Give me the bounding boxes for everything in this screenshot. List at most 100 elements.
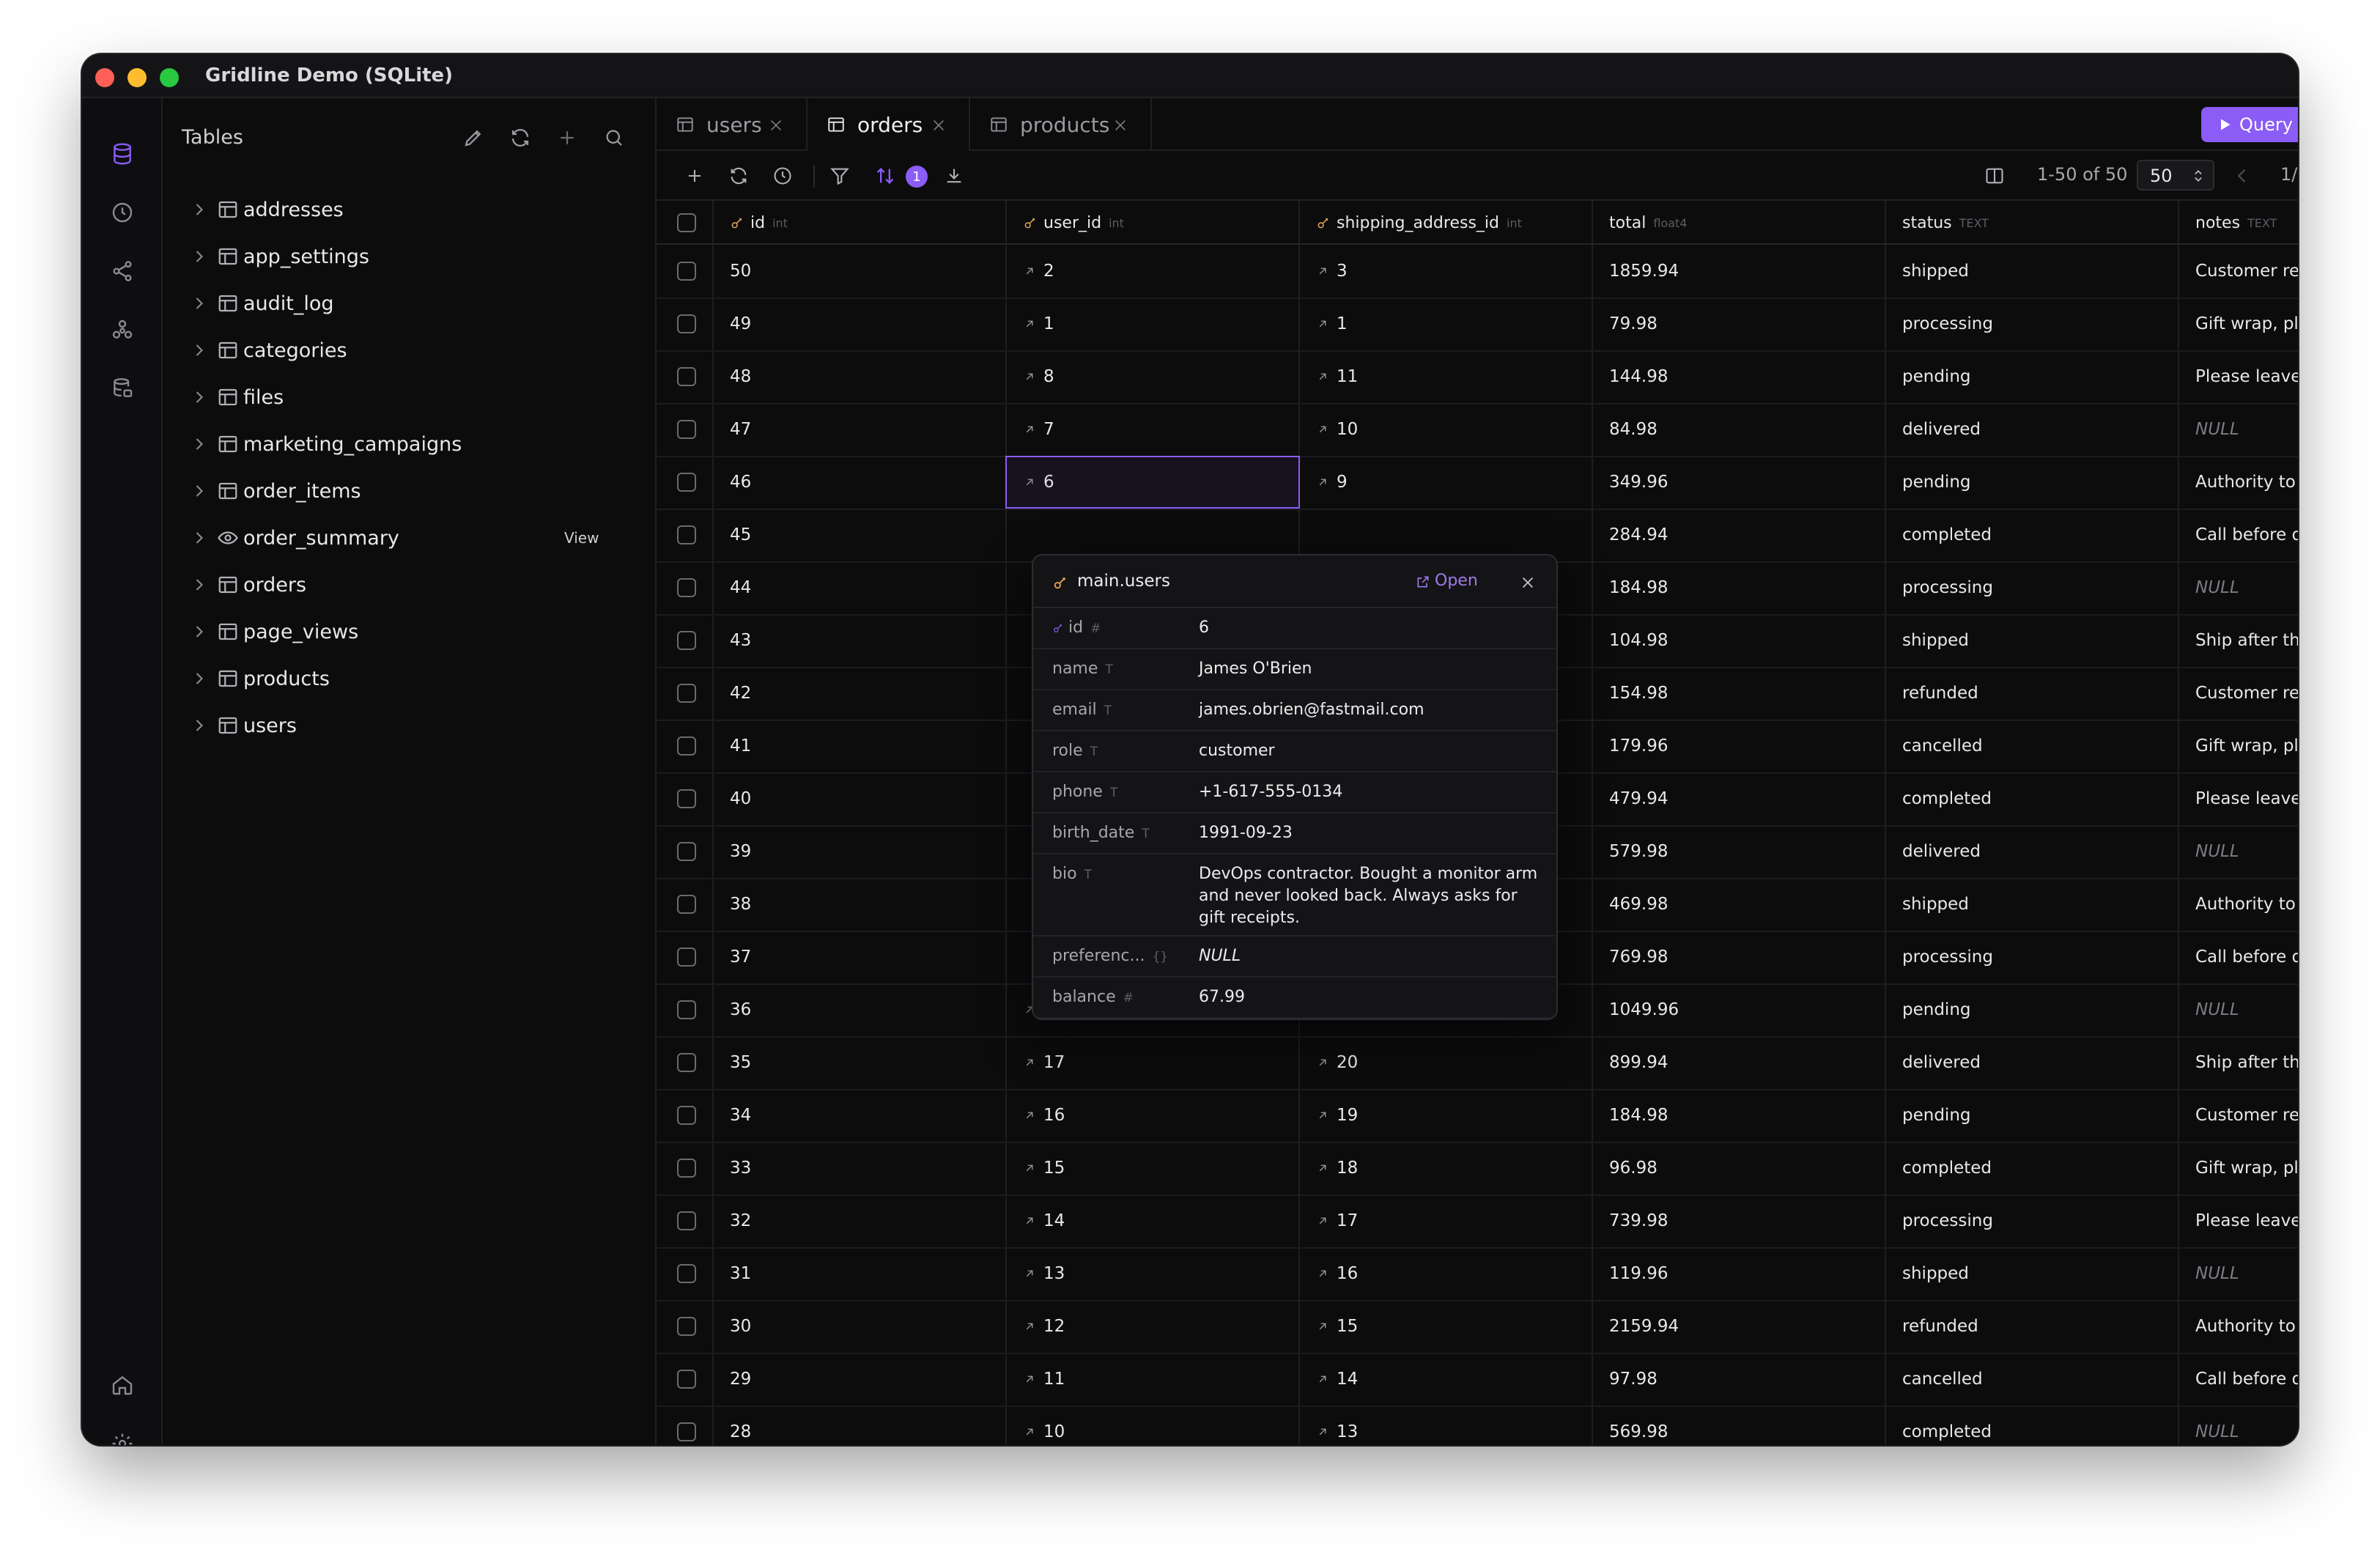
table-cell-shipping-address-id[interactable]: 16 [1316, 1247, 1587, 1300]
table-cell-total[interactable]: 79.98 [1609, 298, 1880, 350]
table-cell-total[interactable]: 96.98 [1609, 1142, 1880, 1194]
table-cell-id[interactable]: 43 [730, 614, 1001, 667]
search-icon[interactable] [601, 125, 627, 151]
table-cell-total[interactable]: 569.98 [1609, 1406, 1880, 1445]
table-cell-status[interactable]: pending [1902, 1089, 2173, 1142]
table-cell-shipping-address-id[interactable]: 14 [1316, 1353, 1587, 1406]
add-table-icon[interactable] [554, 125, 580, 151]
table-cell-total[interactable]: 284.94 [1609, 509, 1880, 561]
chevron-right-icon[interactable] [189, 387, 210, 407]
table-cell-status[interactable]: completed [1902, 1142, 2173, 1194]
table-cell-notes[interactable]: Call before delivery. [2195, 931, 2298, 983]
column-header-total[interactable]: total float4 [1609, 201, 1687, 245]
table-cell-id[interactable]: 30 [730, 1300, 1001, 1353]
table-cell-total[interactable]: 184.98 [1609, 561, 1880, 614]
foreign-key-arrow-icon[interactable] [1316, 1425, 1329, 1438]
row-checkbox[interactable] [677, 473, 696, 492]
schema-icon[interactable] [108, 315, 137, 344]
sidebar-table-page-views[interactable]: page_views [163, 610, 655, 654]
sidebar-table-users[interactable]: users [163, 703, 655, 747]
table-cell-status[interactable]: completed [1902, 772, 2173, 825]
chevron-right-icon[interactable] [189, 715, 210, 736]
sidebar-table-files[interactable]: files [163, 375, 655, 419]
table-cell-id[interactable]: 32 [730, 1194, 1001, 1247]
table-cell-id[interactable]: 29 [730, 1353, 1001, 1406]
popup-field-value[interactable]: customer [1199, 740, 1543, 762]
table-cell-id[interactable]: 37 [730, 931, 1001, 983]
popup-field-value[interactable]: 6 [1199, 617, 1543, 639]
table-cell-status[interactable]: refunded [1902, 1300, 2173, 1353]
query-button[interactable]: Query [2201, 107, 2298, 142]
foreign-key-arrow-icon[interactable] [1023, 423, 1036, 436]
table-cell-total[interactable]: 769.98 [1609, 931, 1880, 983]
row-checkbox[interactable] [677, 895, 696, 914]
table-cell-notes[interactable]: Customer requested ea [2195, 667, 2298, 720]
home-icon[interactable] [108, 1370, 137, 1400]
popup-field-value[interactable]: James O'Brien [1199, 658, 1543, 680]
close-icon[interactable] [1112, 117, 1128, 133]
chevron-right-icon[interactable] [189, 246, 210, 267]
table-cell-user-id[interactable]: 16 [1023, 1089, 1294, 1142]
table-cell-user-id[interactable]: 1 [1023, 298, 1294, 350]
row-checkbox[interactable] [677, 1053, 696, 1072]
table-cell-shipping-address-id[interactable]: 18 [1316, 1142, 1587, 1194]
tab-users[interactable]: users [657, 98, 808, 151]
row-checkbox[interactable] [677, 631, 696, 650]
table-cell-id[interactable]: 42 [730, 667, 1001, 720]
table-cell-user-id[interactable]: 14 [1023, 1194, 1294, 1247]
popup-open-link[interactable]: Open [1435, 572, 1478, 590]
add-row-icon[interactable] [683, 164, 706, 188]
edit-pencil-icon[interactable] [460, 125, 487, 151]
table-cell-id[interactable]: 33 [730, 1142, 1001, 1194]
table-cell-total[interactable]: 154.98 [1609, 667, 1880, 720]
foreign-key-arrow-icon[interactable] [1023, 1109, 1036, 1122]
table-cell-total[interactable]: 469.98 [1609, 878, 1880, 931]
close-window-button[interactable] [95, 68, 114, 87]
row-checkbox[interactable] [677, 420, 696, 439]
database-icon[interactable] [108, 139, 137, 169]
table-cell-notes[interactable]: NULL [2195, 983, 2298, 1036]
row-checkbox[interactable] [677, 842, 696, 861]
foreign-key-arrow-icon[interactable] [1023, 317, 1036, 330]
table-cell-id[interactable]: 35 [730, 1036, 1001, 1089]
table-cell-total[interactable]: 184.98 [1609, 1089, 1880, 1142]
table-cell-shipping-address-id[interactable]: 3 [1316, 245, 1587, 298]
foreign-key-arrow-icon[interactable] [1316, 317, 1329, 330]
table-cell-user-id[interactable]: 15 [1023, 1142, 1294, 1194]
sidebar-table-orders[interactable]: orders [163, 563, 655, 607]
close-icon[interactable] [931, 117, 947, 133]
popup-field-value[interactable]: +1-617-555-0134 [1199, 781, 1543, 803]
table-cell-notes[interactable]: NULL [2195, 561, 2298, 614]
tab-orders[interactable]: orders [808, 98, 970, 151]
chevron-right-icon[interactable] [189, 434, 210, 454]
row-checkbox[interactable] [677, 1159, 696, 1178]
settings-gear-icon[interactable] [108, 1429, 137, 1445]
table-cell-status[interactable]: delivered [1902, 1036, 2173, 1089]
table-cell-notes[interactable]: Please leave the packa [2195, 772, 2298, 825]
table-cell-total[interactable]: 1049.96 [1609, 983, 1880, 1036]
table-cell-id[interactable]: 34 [730, 1089, 1001, 1142]
table-cell-shipping-address-id[interactable]: 11 [1316, 350, 1587, 403]
table-cell-shipping-address-id[interactable]: 10 [1316, 403, 1587, 456]
table-cell-status[interactable]: pending [1902, 456, 2173, 509]
row-checkbox[interactable] [677, 948, 696, 967]
previous-page-icon[interactable] [2232, 166, 2252, 186]
table-cell-status[interactable]: completed [1902, 1406, 2173, 1445]
table-cell-id[interactable]: 45 [730, 509, 1001, 561]
chevron-right-icon[interactable] [189, 199, 210, 220]
table-cell-total[interactable]: 1859.94 [1609, 245, 1880, 298]
table-cell-notes[interactable]: NULL [2195, 403, 2298, 456]
column-header-shipping-address-id[interactable]: shipping_address_id int [1316, 201, 1522, 245]
column-header-id[interactable]: id int [730, 201, 788, 245]
table-cell-id[interactable]: 44 [730, 561, 1001, 614]
filter-icon[interactable] [828, 164, 851, 188]
share-icon[interactable] [108, 256, 137, 286]
table-cell-status[interactable]: shipped [1902, 878, 2173, 931]
table-cell-notes[interactable]: Gift wrap, please. [2195, 1142, 2298, 1194]
row-checkbox[interactable] [677, 262, 696, 281]
column-layout-icon[interactable] [1983, 164, 2006, 188]
row-checkbox[interactable] [677, 736, 696, 756]
table-cell-shipping-address-id[interactable]: 19 [1316, 1089, 1587, 1142]
foreign-key-arrow-icon[interactable] [1023, 1425, 1036, 1438]
row-checkbox[interactable] [677, 367, 696, 386]
